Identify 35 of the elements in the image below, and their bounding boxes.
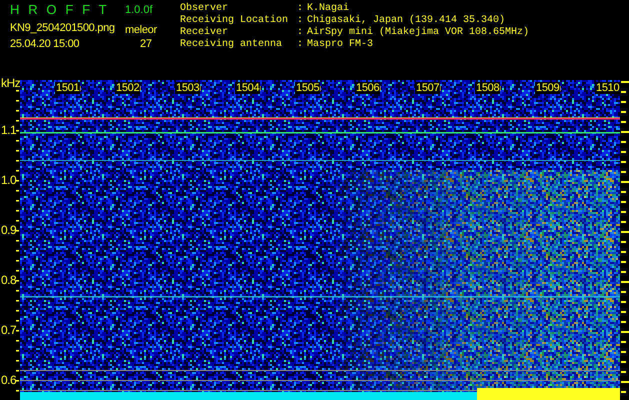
mode-label: meleor (125, 24, 158, 36)
axis-tick-label: 0.9 (1, 223, 16, 237)
info-value: Chigasaki, Japan (139.414 35.340) (307, 15, 506, 26)
count-value: 27 (139, 38, 153, 50)
time-label: 1507 (415, 82, 440, 94)
info-label: Observer (180, 3, 230, 14)
info-separator: : (297, 39, 304, 51)
timestamp: 25.04.20 15:00 (10, 38, 80, 50)
info-separator: : (297, 3, 304, 15)
time-label: 1503 (175, 82, 200, 94)
info-separator: : (297, 27, 304, 39)
info-label: Receiving Location (180, 15, 290, 26)
time-label: 1506 (355, 82, 380, 94)
time-label: 1508 (475, 82, 500, 94)
time-label: 1505 (295, 82, 320, 94)
info-label: Receiving antenna (180, 39, 284, 51)
axis-tick-label: 0.6 (1, 373, 16, 387)
time-label: 1504 (235, 82, 260, 94)
info-value: AirSpy mini (Miakejima VOR 108.65MHz) (307, 27, 530, 39)
time-label: 1510 (595, 82, 620, 94)
time-label: 1502 (115, 82, 140, 94)
version-label: 1.0.0f (125, 3, 154, 16)
time-label: 1501 (55, 82, 80, 94)
time-label: 1509 (535, 82, 560, 94)
info-value: Maspro FM-3 (307, 39, 374, 51)
axis-tick-label: 0.8 (1, 273, 16, 287)
axis-tick-label: 1.1 (1, 123, 16, 137)
app-title: H R O F F T (10, 2, 110, 17)
info-separator: : (297, 15, 304, 27)
axis-tick-label: 0.7 (1, 323, 16, 337)
file-name: KN9_2504201500.png (10, 22, 116, 34)
info-label: Receiver (180, 27, 230, 38)
axis-unit: kHz (1, 76, 20, 90)
axis-tick-label: 1.0 (1, 173, 16, 187)
info-value: K.Nagai (307, 3, 350, 14)
